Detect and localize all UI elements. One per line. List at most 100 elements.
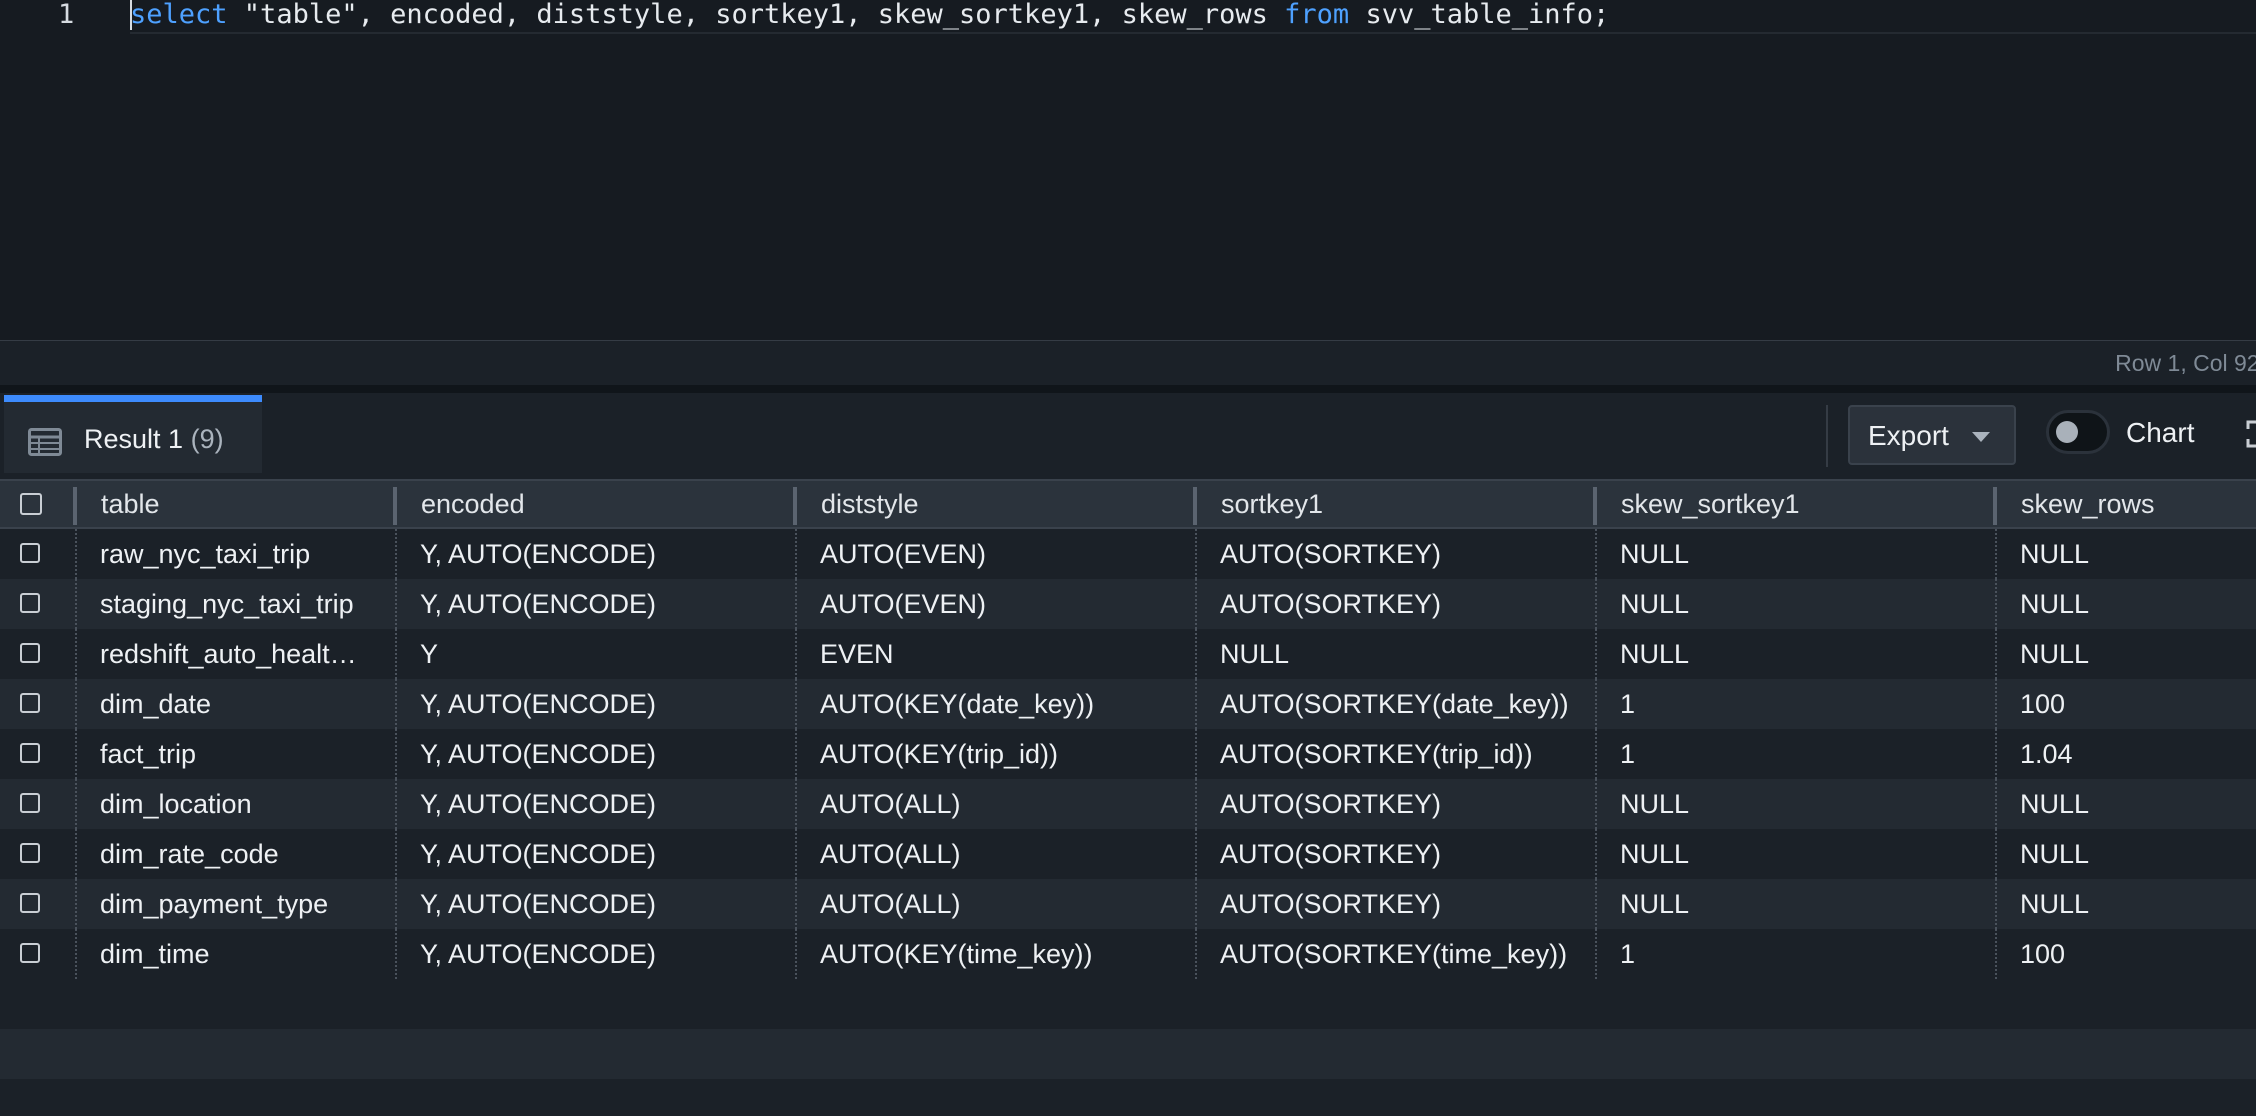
column-divider (1995, 879, 1998, 929)
sql-editor[interactable]: 1 select "table", encoded, diststyle, so… (0, 0, 2256, 341)
table-row[interactable]: fact_trip Y, AUTO(ENCODE) AUTO(KEY(trip_id… (0, 729, 2256, 779)
table-row[interactable]: staging_nyc_taxi_trip Y, AUTO(ENCODE) AUTO… (0, 579, 2256, 629)
column-resizer[interactable] (1993, 487, 1997, 525)
cell-diststyle[interactable]: AUTO(EVEN) (820, 579, 1190, 629)
cell-skew-rows[interactable]: 1.04 (2020, 729, 2256, 779)
row-checkbox[interactable] (20, 793, 40, 813)
cell-sortkey1[interactable]: AUTO(SORTKEY) (1220, 829, 1590, 879)
row-checkbox[interactable] (20, 693, 40, 713)
cell-encoded[interactable]: Y, AUTO(ENCODE) (420, 579, 790, 629)
row-checkbox[interactable] (20, 593, 40, 613)
column-resizer[interactable] (1193, 487, 1197, 525)
cell-diststyle[interactable]: AUTO(EVEN) (820, 529, 1190, 579)
cell-table[interactable]: dim_location (100, 779, 390, 829)
cell-sortkey1[interactable]: NULL (1220, 629, 1590, 679)
cell-sortkey1[interactable]: AUTO(SORTKEY(trip_id)) (1220, 729, 1590, 779)
code-line[interactable]: select "table", encoded, diststyle, sort… (130, 0, 2256, 34)
cell-table[interactable]: dim_time (100, 929, 390, 979)
table-row[interactable]: dim_time Y, AUTO(ENCODE) AUTO(KEY(time_key… (0, 929, 2256, 979)
cell-sortkey1[interactable]: AUTO(SORTKEY(date_key)) (1220, 679, 1590, 729)
column-resizer[interactable] (393, 487, 397, 525)
column-resizer[interactable] (793, 487, 797, 525)
column-divider (1995, 679, 1998, 729)
column-resizer[interactable] (73, 487, 77, 525)
cell-encoded[interactable]: Y, AUTO(ENCODE) (420, 529, 790, 579)
cell-diststyle[interactable]: AUTO(KEY(time_key)) (820, 929, 1190, 979)
cell-table[interactable]: staging_nyc_taxi_trip (100, 579, 390, 629)
cell-skew-sortkey1[interactable]: NULL (1620, 629, 1990, 679)
row-checkbox[interactable] (20, 543, 40, 563)
cell-skew-rows[interactable]: 100 (2020, 679, 2256, 729)
cell-sortkey1[interactable]: AUTO(SORTKEY) (1220, 529, 1590, 579)
row-checkbox[interactable] (20, 893, 40, 913)
cell-skew-rows[interactable]: NULL (2020, 579, 2256, 629)
cell-encoded[interactable]: Y (420, 629, 790, 679)
cell-skew-sortkey1[interactable]: NULL (1620, 529, 1990, 579)
cell-skew-sortkey1[interactable]: NULL (1620, 579, 1990, 629)
column-divider (795, 779, 798, 829)
cell-table[interactable]: redshift_auto_healt… (100, 629, 390, 679)
row-checkbox[interactable] (20, 943, 40, 963)
pane-splitter[interactable] (0, 385, 2256, 393)
cell-skew-sortkey1[interactable]: 1 (1620, 929, 1990, 979)
cell-skew-rows[interactable]: NULL (2020, 529, 2256, 579)
text-cursor (130, 0, 132, 30)
cell-skew-sortkey1[interactable]: NULL (1620, 829, 1990, 879)
column-header-encoded[interactable]: encoded (421, 481, 525, 531)
cell-table[interactable]: raw_nyc_taxi_trip (100, 529, 390, 579)
cell-skew-sortkey1[interactable]: 1 (1620, 679, 1990, 729)
cell-diststyle[interactable]: AUTO(ALL) (820, 779, 1190, 829)
table-row[interactable]: dim_payment_type Y, AUTO(ENCODE) AUTO(ALL)… (0, 879, 2256, 929)
table-row[interactable]: redshift_auto_healt… Y EVEN NULL NULL NULL (0, 629, 2256, 679)
cell-skew-sortkey1[interactable]: NULL (1620, 879, 1990, 929)
tab-result-1[interactable]: Result 1 (9) (4, 395, 262, 473)
export-label: Export (1868, 420, 1949, 451)
table-row[interactable]: dim_rate_code Y, AUTO(ENCODE) AUTO(ALL) AUT… (0, 829, 2256, 879)
cell-diststyle[interactable]: AUTO(KEY(date_key)) (820, 679, 1190, 729)
row-checkbox[interactable] (20, 743, 40, 763)
column-header-diststyle[interactable]: diststyle (821, 481, 919, 531)
cell-table[interactable]: dim_date (100, 679, 390, 729)
cell-diststyle[interactable]: EVEN (820, 629, 1190, 679)
cell-skew-rows[interactable]: NULL (2020, 779, 2256, 829)
cell-skew-rows[interactable]: NULL (2020, 829, 2256, 879)
cell-table[interactable]: dim_payment_type (100, 879, 390, 929)
export-button[interactable]: Export (1848, 405, 2016, 465)
cell-encoded[interactable]: Y, AUTO(ENCODE) (420, 829, 790, 879)
cell-skew-rows[interactable]: NULL (2020, 879, 2256, 929)
cell-diststyle[interactable]: AUTO(KEY(trip_id)) (820, 729, 1190, 779)
cell-diststyle[interactable]: AUTO(ALL) (820, 829, 1190, 879)
cell-table[interactable]: dim_rate_code (100, 829, 390, 879)
select-all-checkbox[interactable] (20, 493, 42, 515)
row-checkbox[interactable] (20, 643, 40, 663)
cell-skew-sortkey1[interactable]: 1 (1620, 729, 1990, 779)
cell-encoded[interactable]: Y, AUTO(ENCODE) (420, 779, 790, 829)
toolbar-divider (1826, 405, 1828, 467)
cell-encoded[interactable]: Y, AUTO(ENCODE) (420, 679, 790, 729)
table-row[interactable]: dim_location Y, AUTO(ENCODE) AUTO(ALL) AUTO… (0, 779, 2256, 829)
cell-sortkey1[interactable]: AUTO(SORTKEY(time_key)) (1220, 929, 1590, 979)
cell-skew-rows[interactable]: NULL (2020, 629, 2256, 679)
cell-encoded[interactable]: Y, AUTO(ENCODE) (420, 729, 790, 779)
cell-skew-sortkey1[interactable]: NULL (1620, 779, 1990, 829)
column-header-sortkey1[interactable]: sortkey1 (1221, 481, 1323, 531)
cell-sortkey1[interactable]: AUTO(SORTKEY) (1220, 779, 1590, 829)
column-header-skew-rows[interactable]: skew_rows (2021, 481, 2155, 531)
chart-toggle[interactable] (2046, 410, 2110, 454)
column-header-table[interactable]: table (101, 481, 160, 531)
editor-status-bar: Row 1, Col 92, (0, 341, 2256, 385)
cell-table[interactable]: fact_trip (100, 729, 390, 779)
column-resizer[interactable] (1593, 487, 1597, 525)
cell-encoded[interactable]: Y, AUTO(ENCODE) (420, 929, 790, 979)
cell-diststyle[interactable]: AUTO(ALL) (820, 879, 1190, 929)
cell-skew-rows[interactable]: 100 (2020, 929, 2256, 979)
cell-sortkey1[interactable]: AUTO(SORTKEY) (1220, 879, 1590, 929)
column-header-skew-sortkey1[interactable]: skew_sortkey1 (1621, 481, 1800, 531)
cell-encoded[interactable]: Y, AUTO(ENCODE) (420, 879, 790, 929)
table-row[interactable]: dim_date Y, AUTO(ENCODE) AUTO(KEY(date_key… (0, 679, 2256, 729)
fullscreen-icon[interactable] (2245, 419, 2256, 449)
cell-sortkey1[interactable]: AUTO(SORTKEY) (1220, 579, 1590, 629)
row-checkbox[interactable] (20, 843, 40, 863)
table-row[interactable]: raw_nyc_taxi_trip Y, AUTO(ENCODE) AUTO(EVE… (0, 529, 2256, 579)
column-divider (1595, 829, 1598, 879)
